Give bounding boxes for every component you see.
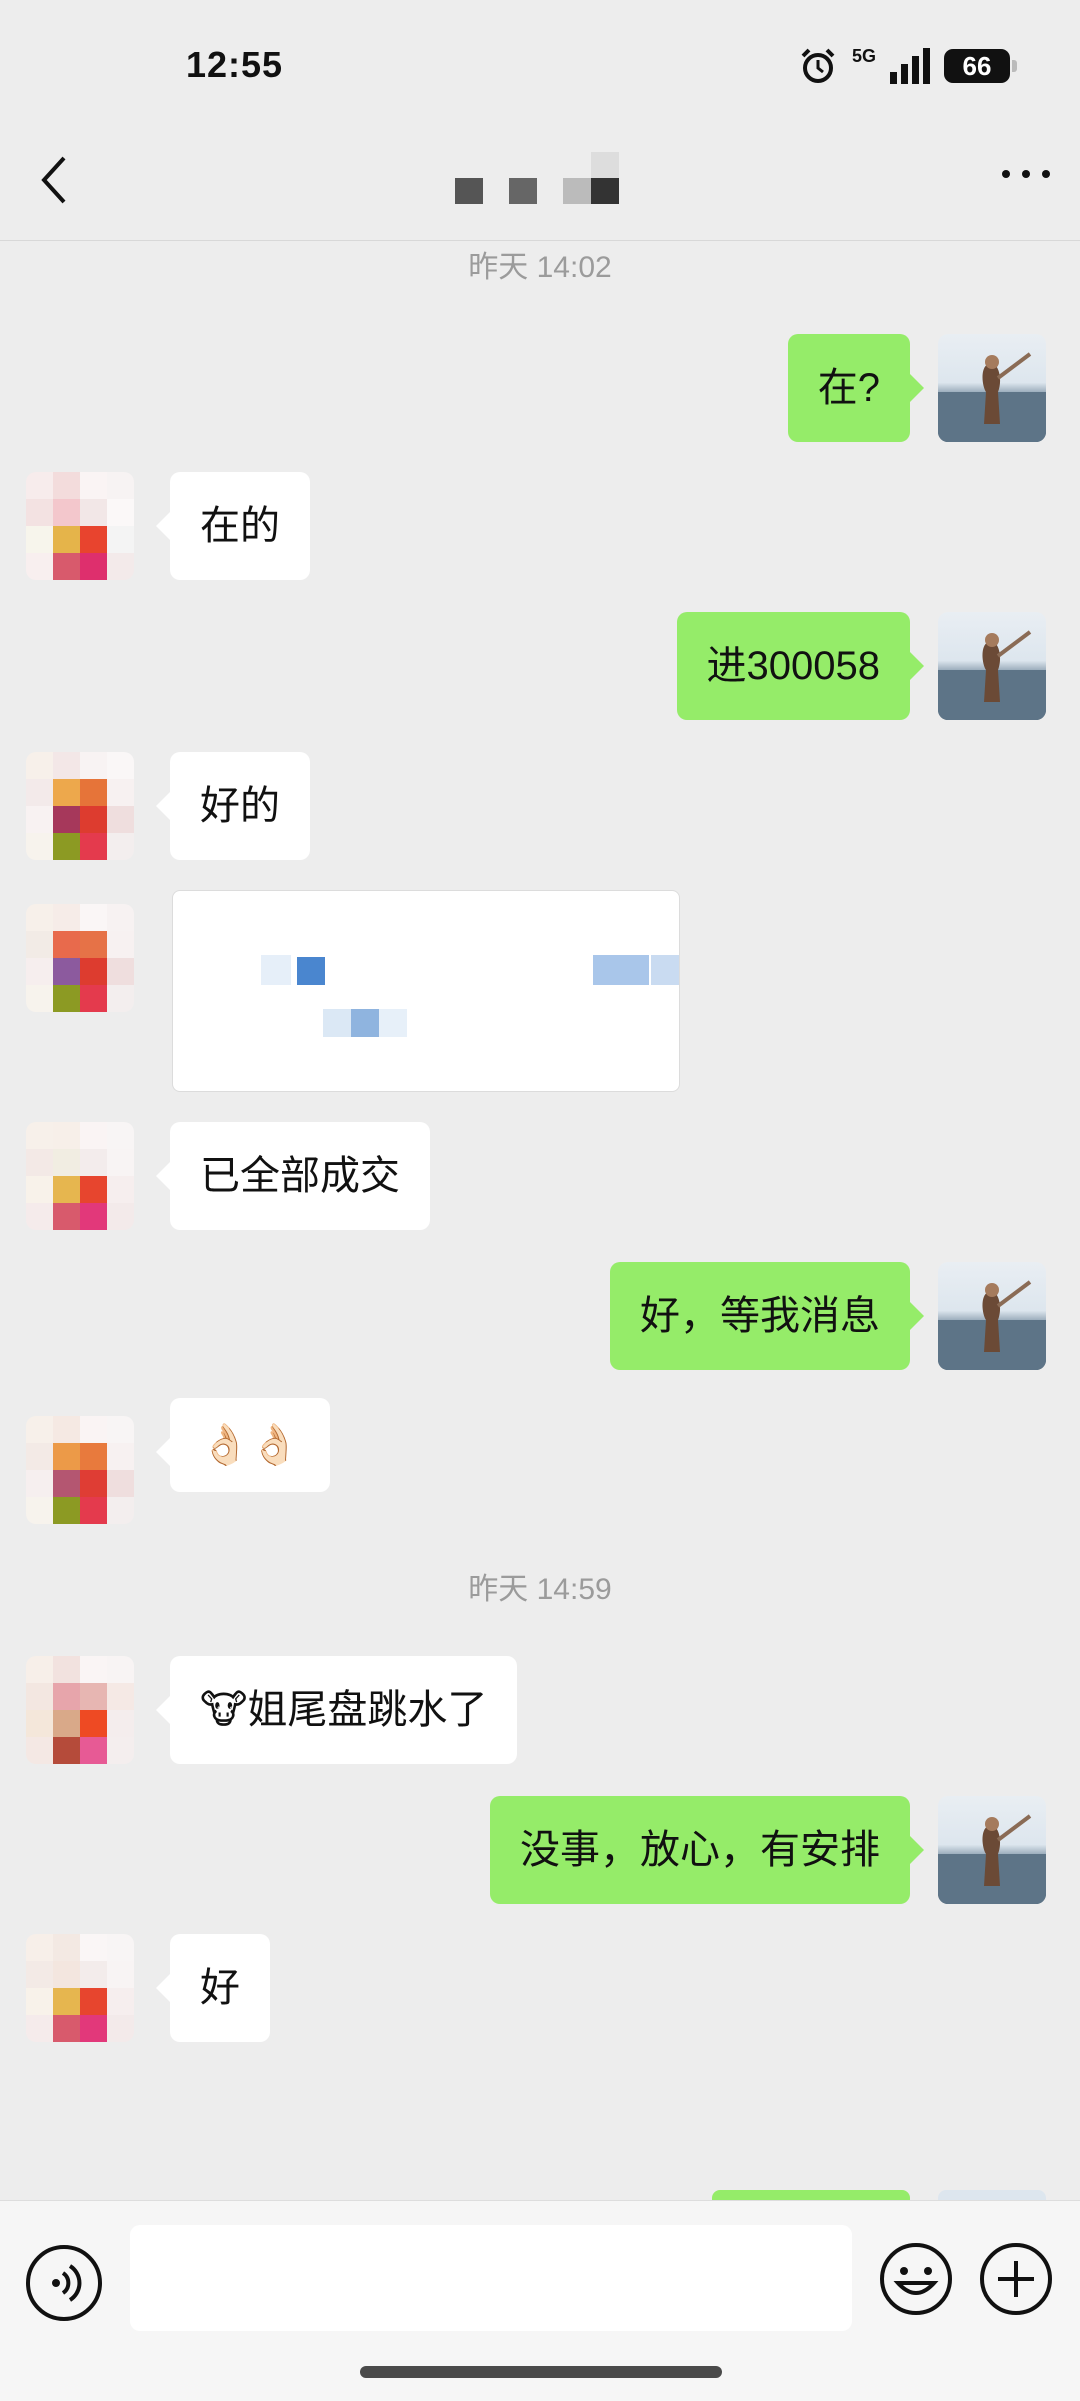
chat-title: [0, 148, 1080, 217]
contact-avatar[interactable]: [26, 1656, 134, 1764]
contact-avatar[interactable]: [26, 752, 134, 860]
home-indicator[interactable]: [360, 2366, 722, 2378]
my-avatar-partial: [938, 2190, 1046, 2200]
alarm-icon: [801, 48, 835, 83]
my-avatar[interactable]: [938, 1262, 1046, 1370]
timestamp: 昨天 14:02: [468, 251, 612, 284]
signal-icon: [890, 48, 930, 84]
message-incoming[interactable]: 👌🏻👌🏻: [156, 1398, 330, 1492]
battery-indicator: 66: [944, 49, 1017, 83]
plus-circle-icon[interactable]: [978, 2241, 1054, 2317]
message-outgoing-partial: [712, 2190, 910, 2200]
chat-header: [0, 130, 1080, 241]
contact-name-pixelated: [455, 152, 619, 204]
emoji-icon[interactable]: [878, 2241, 954, 2317]
voice-icon[interactable]: [26, 2245, 102, 2321]
message-incoming[interactable]: 已全部成交: [156, 1122, 430, 1230]
contact-avatar[interactable]: [26, 1416, 134, 1524]
person-photo-icon: [938, 352, 1046, 442]
shared-card-message[interactable]: [172, 890, 680, 1092]
status-icons: 5G 66: [798, 44, 1017, 88]
message-incoming[interactable]: 好: [156, 1934, 270, 2042]
my-avatar[interactable]: [938, 1796, 1046, 1904]
contact-avatar[interactable]: [26, 472, 134, 580]
message-outgoing[interactable]: 在?: [787, 334, 925, 442]
message-incoming[interactable]: 在的: [156, 472, 310, 580]
my-avatar[interactable]: [938, 334, 1046, 442]
contact-avatar[interactable]: [26, 1122, 134, 1230]
status-bar: 12:55 5G 66: [0, 0, 1080, 130]
my-avatar[interactable]: [938, 612, 1046, 720]
message-outgoing[interactable]: 好，等我消息: [610, 1262, 924, 1370]
person-photo-icon: [938, 1280, 1046, 1370]
message-input[interactable]: [130, 2225, 852, 2331]
message-outgoing[interactable]: 没事，放心，有安排: [490, 1796, 924, 1904]
contact-avatar[interactable]: [26, 904, 134, 1012]
message-incoming[interactable]: 🐮姐尾盘跳水了: [155, 1656, 518, 1764]
contact-avatar[interactable]: [26, 1934, 134, 2042]
timestamp: 昨天 14:59: [468, 1573, 612, 1606]
message-incoming[interactable]: 好的: [156, 752, 310, 860]
person-photo-icon: [938, 1814, 1046, 1904]
person-photo-icon: [938, 630, 1046, 720]
more-dots-icon[interactable]: [996, 160, 1056, 200]
status-time: 12:55: [186, 44, 284, 85]
network-type: 5G: [851, 45, 876, 66]
message-outgoing[interactable]: 进300058: [676, 612, 925, 720]
